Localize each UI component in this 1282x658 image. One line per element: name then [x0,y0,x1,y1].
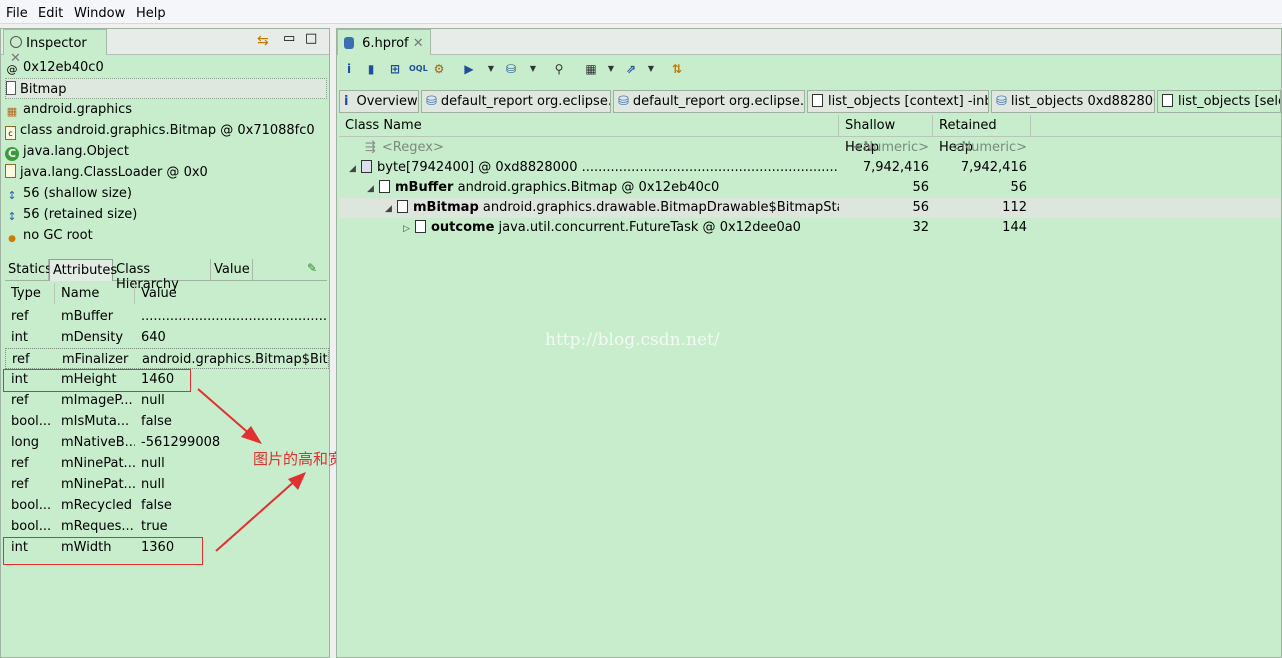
report-icon: ⛁ [618,94,629,109]
info-icon[interactable]: i [341,61,357,77]
row-shallow: 7,942,416 [862,160,929,175]
tab-list-objects-address-label: list_objects 0xd8828000 [1010,94,1155,109]
row-object: java.util.concurrent.FutureTask @ 0x12de… [494,220,801,235]
column-retained-heap[interactable]: Retained Heap [933,115,1031,155]
tab-default-report-2-label: default_report org.eclipse... [632,94,805,109]
collapse-icon[interactable]: ▷ [403,219,415,238]
dominator-tree-icon[interactable]: ⊞ [387,61,403,77]
tree-row[interactable]: ◢ mBuffer android.graphics.Bitmap @ 0x12e… [339,178,1281,198]
export-icon[interactable]: ⇗ [623,61,639,77]
column-class-name[interactable]: Class Name [339,115,839,137]
row-retained: 56 [1010,180,1027,195]
tab-overview[interactable]: i Overview [339,90,419,113]
tab-default-report-1-label: default_report org.eclipse... [440,94,611,109]
watermark: http://blog.csdn.net/ [545,330,720,350]
report-icon: ⛁ [426,94,437,109]
tab-overview-label: Overview [356,94,418,109]
filter-icon: ⇶ [365,140,376,155]
row-shallow: 32 [912,220,929,235]
tab-list-objects-address[interactable]: ⛁ list_objects 0xd8828000 [991,90,1155,113]
query-tabs: i Overview ⛁ default_report org.eclipse...… [339,90,1281,113]
file-icon [812,94,823,107]
tab-list-objects-context[interactable]: list_objects [context] -inb... [807,90,989,113]
tab-list-objects-selection[interactable]: list_objects [selection [1157,90,1281,113]
tree-row-selected[interactable]: ◢ mBitmap android.graphics.drawable.Bitma… [339,198,1281,218]
row-shallow: 56 [912,200,929,215]
info-icon: i [344,94,349,109]
dropdown-icon[interactable]: ▼ [603,61,619,77]
row-object: android.graphics.drawable.BitmapDrawable… [482,200,839,215]
database-icon [344,37,354,49]
editor-tabbar: 6.hprof ✕ [337,29,1281,55]
dropdown-icon[interactable]: ▼ [525,61,541,77]
tab-hprof[interactable]: 6.hprof ✕ [337,29,431,55]
arrow-to-height [197,388,253,437]
filter-row[interactable]: ⇶ <Regex> <Numeric> <Numeric> [339,138,1281,158]
tree-row[interactable]: ▷ outcome java.util.concurrent.FutureTask… [339,218,1281,238]
filter-retained[interactable]: <Numeric> [933,138,1031,158]
row-field: outcome [431,220,495,235]
arrow-to-width [215,479,297,552]
close-icon[interactable]: ✕ [413,36,424,51]
dropdown-icon[interactable]: ▼ [643,61,659,77]
heap-icon[interactable]: ⛁ [503,61,519,77]
row-object: byte[7942400] @ 0xd8828000 .............… [377,160,839,175]
results-header: Class Name Shallow Heap Retained Heap [339,115,1281,155]
editor-toolbar: i ▮ ⊞ OQL ⚙ ▶ ▼ ⛁ ▼ ⚲ ▦ ▼ ⇗ ▼ ⇅ [337,57,1281,83]
report-icon: ⛁ [996,94,1007,109]
row-retained: 7,942,416 [960,160,1027,175]
oql-icon[interactable]: OQL [409,61,428,77]
thread-icon[interactable]: ⚙ [431,61,447,77]
expand-icon[interactable]: ◢ [367,179,379,198]
row-field: mBitmap [413,200,479,215]
annotation-text: 图片的高和宽 [253,450,344,468]
run-report-icon[interactable]: ▶ [461,61,477,77]
compare-icon[interactable]: ⇅ [669,61,685,77]
tab-default-report-1[interactable]: ⛁ default_report org.eclipse... [421,90,611,113]
file-icon [397,200,408,213]
file-icon [361,160,372,173]
dropdown-icon[interactable]: ▼ [483,61,499,77]
expand-icon[interactable]: ◢ [385,199,397,218]
file-icon [1162,94,1173,107]
row-shallow: 56 [912,180,929,195]
filter-regex[interactable]: <Regex> [382,140,444,155]
tab-list-objects-context-label: list_objects [context] -inb... [828,94,989,109]
row-retained: 144 [1002,220,1027,235]
row-retained: 112 [1002,200,1027,215]
column-shallow-heap[interactable]: Shallow Heap [839,115,933,155]
file-icon [415,220,426,233]
file-icon [379,180,390,193]
tree-row[interactable]: ◢ byte[7942400] @ 0xd8828000 ............… [339,158,1281,178]
tab-list-objects-selection-label: list_objects [selection [1178,94,1280,109]
tab-default-report-2[interactable]: ⛁ default_report org.eclipse... [613,90,805,113]
row-field: mBuffer [395,180,454,195]
filter-shallow[interactable]: <Numeric> [839,138,933,158]
search-icon[interactable]: ⚲ [551,61,567,77]
calculator-icon[interactable]: ▦ [583,61,599,77]
expand-icon[interactable]: ◢ [349,159,361,178]
tab-hprof-label: 6.hprof [362,36,409,51]
row-object: android.graphics.Bitmap @ 0x12eb40c0 [453,180,720,195]
histogram-icon[interactable]: ▮ [363,61,379,77]
editor-panel: 6.hprof ✕ i ▮ ⊞ OQL ⚙ ▶ ▼ ⛁ ▼ ⚲ ▦ ▼ ⇗ ▼ … [336,28,1282,658]
arrow-head-width [288,472,306,490]
